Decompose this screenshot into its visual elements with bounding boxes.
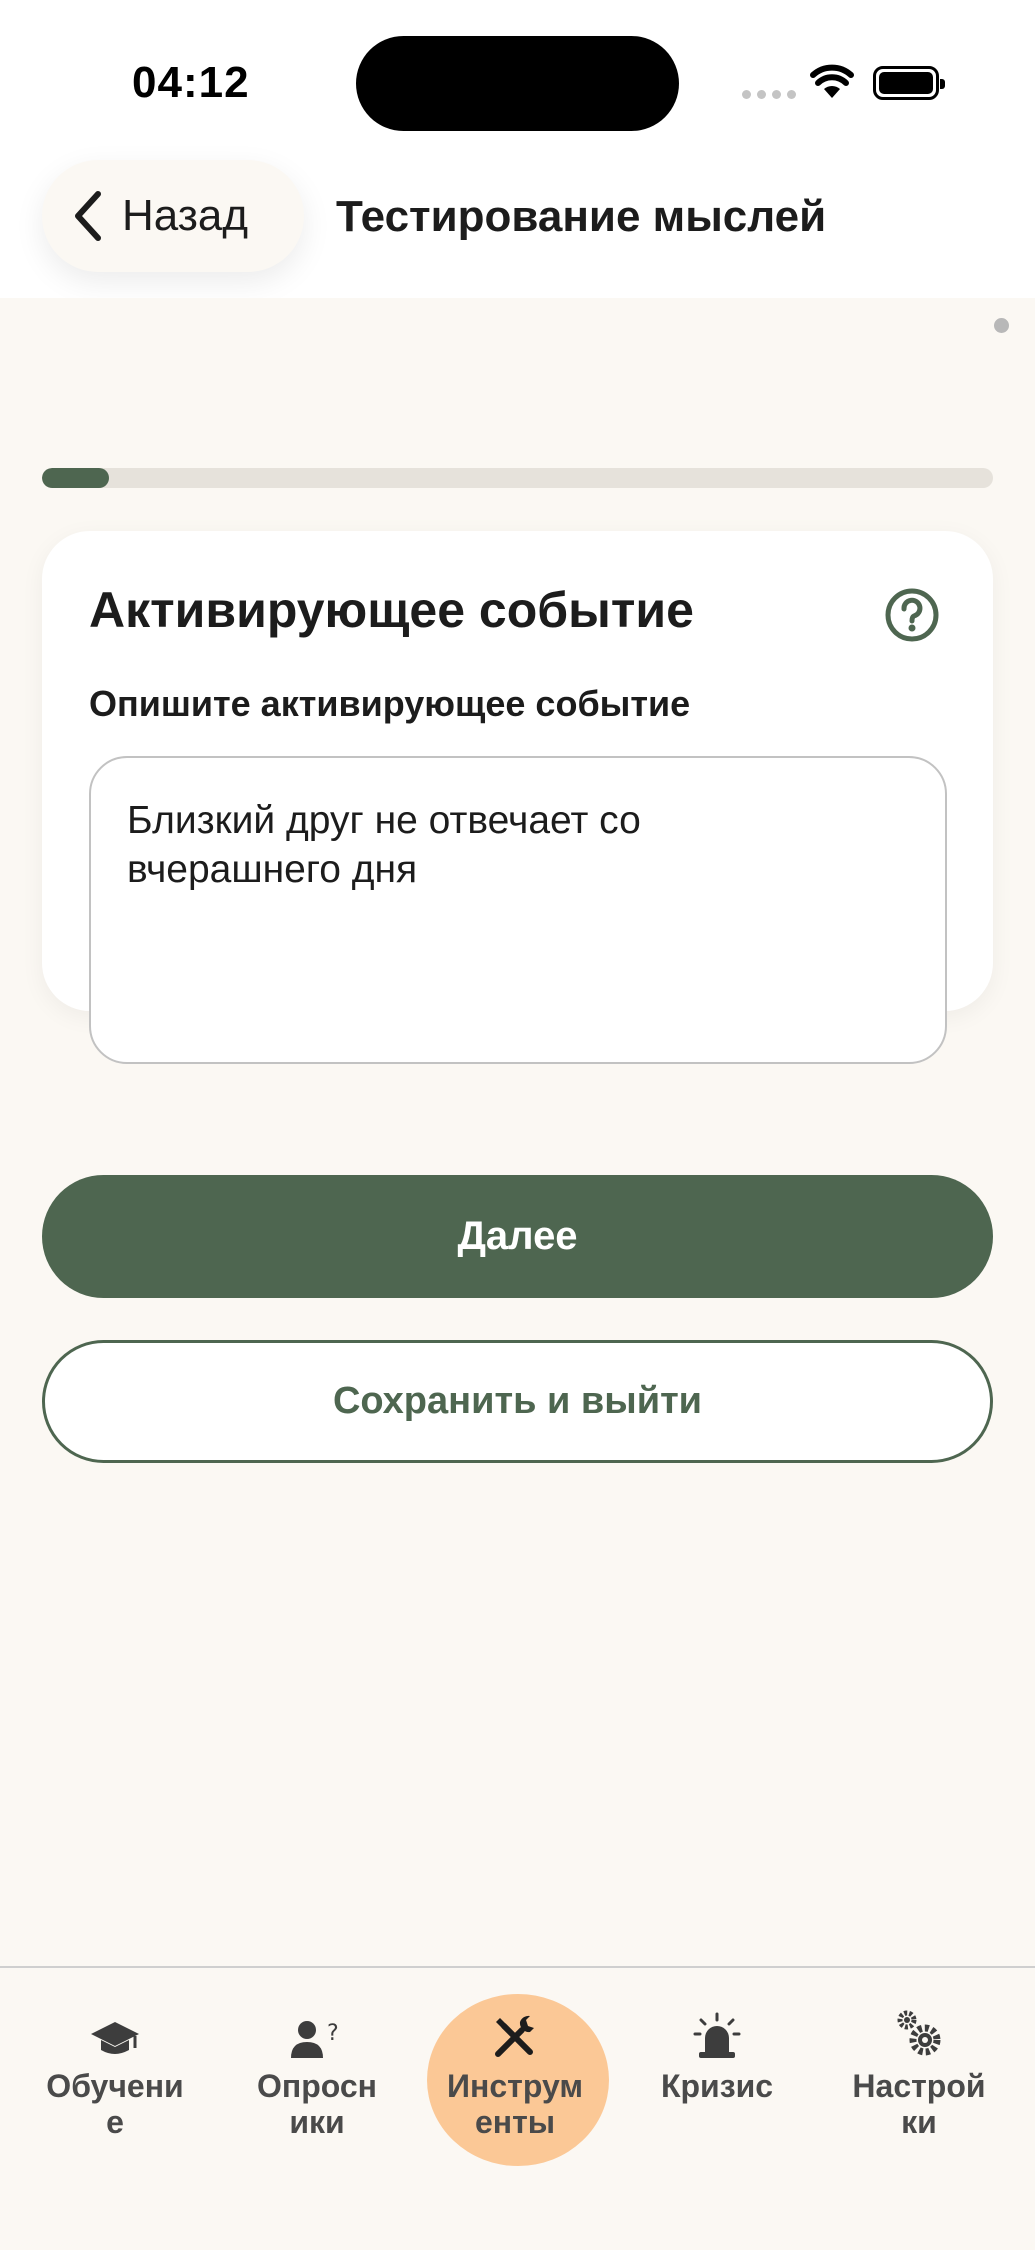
- tab-tools[interactable]: Инструм енты: [420, 1994, 610, 2167]
- graduation-cap-icon: [91, 2022, 139, 2054]
- back-button[interactable]: Назад: [42, 160, 304, 272]
- step-card: Активирующее событие Опишите активирующе…: [42, 531, 993, 1064]
- siren-icon: [693, 2012, 741, 2058]
- status-time: 04:12: [132, 58, 250, 107]
- status-bar: 04:12: [0, 0, 1035, 150]
- main-content: Активирующее событие Опишите активирующе…: [0, 298, 1035, 1966]
- tab-label-line-1: Инструм: [447, 2068, 583, 2104]
- tab-bar: Обучени е ? Опросн ики Инструм енты Криз…: [0, 1966, 1035, 2250]
- input-text-line-2: вчерашнего дня: [127, 848, 418, 891]
- tab-label-line-1: Опросн: [256, 2068, 377, 2104]
- navigation-header: Назад Тестирование мыслей: [0, 150, 1035, 298]
- cellular-signal-icon: [742, 90, 796, 99]
- battery-icon: [873, 66, 945, 100]
- chevron-left-icon: [75, 191, 101, 241]
- next-button[interactable]: Далее: [42, 1175, 993, 1298]
- tab-questionnaires[interactable]: ? Опросн ики: [222, 2002, 412, 2167]
- tab-label-line-2: енты: [474, 2104, 556, 2140]
- tab-label-line-1: Кризис: [660, 2068, 774, 2104]
- help-icon[interactable]: [884, 587, 940, 643]
- event-description-input[interactable]: Близкий друг не отвечает со вчерашнего д…: [89, 756, 947, 1064]
- tab-settings[interactable]: Настрой ки: [824, 2002, 1014, 2167]
- input-text-line-1: Близкий друг не отвечает со: [127, 799, 641, 842]
- tab-learning[interactable]: Обучени е: [20, 2002, 210, 2167]
- tools-icon: [495, 2015, 534, 2057]
- svg-text:?: ?: [327, 2021, 339, 2046]
- tab-crisis[interactable]: Кризис: [622, 2002, 812, 2167]
- back-label: Назад: [122, 191, 249, 240]
- scroll-indicator: [994, 318, 1009, 333]
- tab-label-line-1: Обучени: [46, 2068, 184, 2104]
- home-indicator-area: [0, 2210, 1035, 2250]
- wifi-icon: [810, 64, 854, 98]
- tab-label-line-2: ки: [901, 2104, 937, 2140]
- tab-label-line-2: ики: [289, 2104, 345, 2140]
- gears-icon: [897, 2010, 941, 2056]
- progress-bar: [42, 468, 993, 488]
- tab-label-line-2: е: [106, 2104, 124, 2140]
- progress-fill: [42, 468, 109, 488]
- tab-label-line-1: Настрой: [852, 2068, 986, 2104]
- dynamic-island: [356, 36, 679, 131]
- save-and-exit-button[interactable]: Сохранить и выйти: [42, 1340, 993, 1463]
- page-title: Тестирование мыслей: [336, 192, 827, 241]
- card-title: Активирующее событие: [89, 582, 694, 638]
- field-label: Опишите активирующее событие: [89, 683, 691, 724]
- user-question-icon: ?: [291, 2021, 339, 2058]
